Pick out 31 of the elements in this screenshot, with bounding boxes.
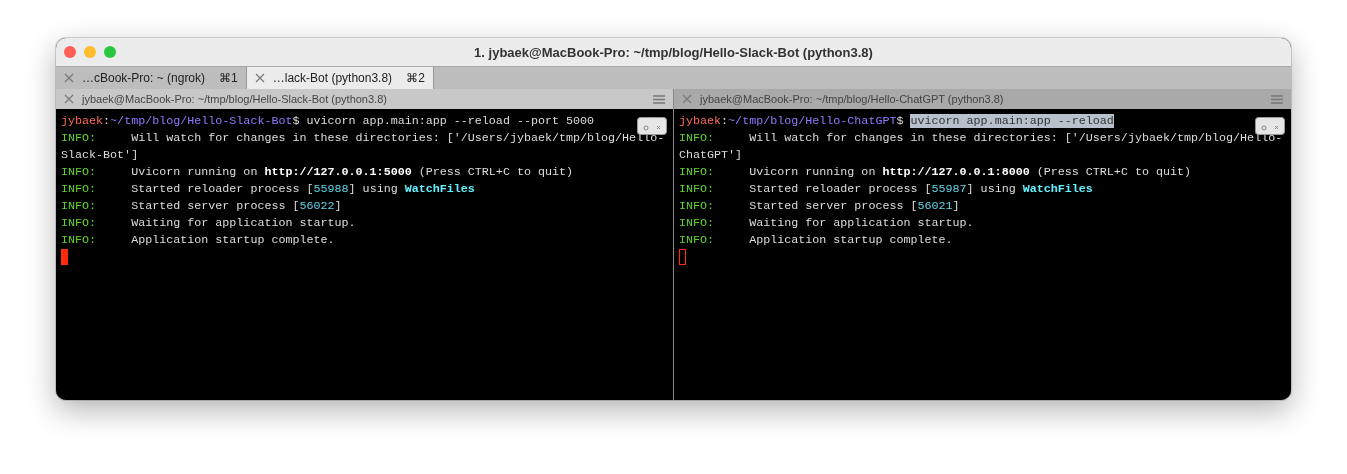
pane-title: jybaek@MacBook-Pro: ~/tmp/blog/Hello-ChatGPT (python3.8) [700,93,1005,105]
pane-title: jybaek@MacBook-Pro: ~/tmp/blog/Hello-Slack-Bot (python3.8) [82,93,388,105]
close-icon[interactable] [64,94,74,104]
terminal-line: INFO: Started reloader process [55988] using WatchFiles [61,181,475,198]
terminal-line: INFO: Waiting for application startup. [61,215,356,232]
terminal-line: INFO: Application startup complete. [679,232,953,249]
terminal-line: Slack-Bot'] [61,147,139,164]
terminal-line: INFO: Uvicorn running on http://127.0.0.1:5000 (Press CTRL+C to quit) [61,164,574,181]
terminal-line: ChatGPT'] [679,147,743,164]
terminal-line: INFO: Started reloader process [55987] using WatchFiles [679,181,1093,198]
terminal-line: INFO: Started server process [56021] [679,198,960,215]
terminal-line: INFO: Will watch for changes in these directories: ['/Users/jybaek/tmp/blog/Hello- [61,130,665,147]
close-window-button[interactable] [64,46,76,58]
terminal-tab[interactable]: …lack-Bot (python3.8) ⌘2 [246,67,434,89]
terminal-line: INFO: Started server process [56022] [61,198,342,215]
terminal-line: jybaek:~/tmp/blog/Hello-Slack-Bot$ uvicorn app.main:app --reload --port 5000 [61,113,595,130]
minimize-button[interactable] [84,46,96,58]
menu-icon[interactable] [653,94,665,104]
window-title: 1. jybaek@MacBook-Pro: ~/tmp/blog/Hello-Slack-Bot (python3.8) [473,44,874,60]
keyboard-icon [1255,117,1285,135]
close-icon[interactable] [64,73,74,83]
keyboard-icon [637,117,667,135]
zoom-button[interactable] [104,46,116,58]
terminal-line: INFO: Uvicorn running on http://127.0.0.1:8000 (Press CTRL+C to quit) [679,164,1192,181]
close-icon[interactable] [682,94,692,104]
close-icon[interactable] [254,73,265,83]
terminal-line: INFO: Will watch for changes in these directories: ['/Users/jybaek/tmp/blog/Hello- [679,130,1283,147]
menu-icon[interactable] [1271,94,1283,104]
terminal-line: INFO: Application startup complete. [61,232,335,249]
terminal-line: jybaek:~/tmp/blog/Hello-ChatGPT$ uvicorn app.main:app --reload [679,113,1114,130]
terminal-line: INFO: Waiting for application startup. [679,215,974,232]
